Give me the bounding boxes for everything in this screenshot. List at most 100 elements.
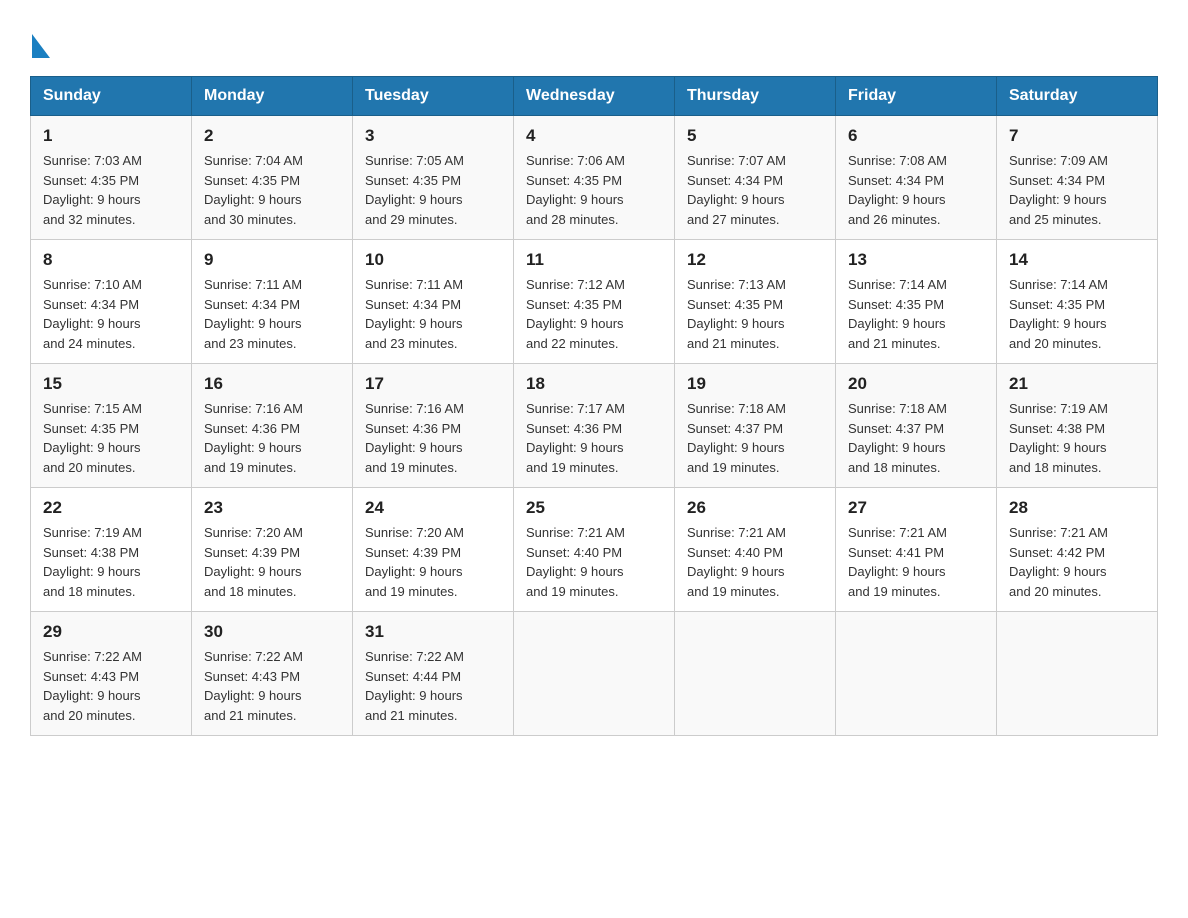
table-row: 12 Sunrise: 7:13 AM Sunset: 4:35 PM Dayl… [675,240,836,364]
day-number: 16 [204,374,340,394]
day-info: Sunrise: 7:16 AM Sunset: 4:36 PM Dayligh… [204,401,303,475]
table-row: 16 Sunrise: 7:16 AM Sunset: 4:36 PM Dayl… [192,364,353,488]
calendar-row: 1 Sunrise: 7:03 AM Sunset: 4:35 PM Dayli… [31,116,1158,240]
day-info: Sunrise: 7:21 AM Sunset: 4:41 PM Dayligh… [848,525,947,599]
logo [30,30,52,56]
day-info: Sunrise: 7:22 AM Sunset: 4:44 PM Dayligh… [365,649,464,723]
day-number: 6 [848,126,984,146]
day-info: Sunrise: 7:12 AM Sunset: 4:35 PM Dayligh… [526,277,625,351]
table-row: 11 Sunrise: 7:12 AM Sunset: 4:35 PM Dayl… [514,240,675,364]
table-row: 2 Sunrise: 7:04 AM Sunset: 4:35 PM Dayli… [192,116,353,240]
day-info: Sunrise: 7:15 AM Sunset: 4:35 PM Dayligh… [43,401,142,475]
table-row [836,612,997,736]
day-number: 4 [526,126,662,146]
table-row: 22 Sunrise: 7:19 AM Sunset: 4:38 PM Dayl… [31,488,192,612]
calendar-row: 8 Sunrise: 7:10 AM Sunset: 4:34 PM Dayli… [31,240,1158,364]
day-number: 17 [365,374,501,394]
day-info: Sunrise: 7:10 AM Sunset: 4:34 PM Dayligh… [43,277,142,351]
calendar-row: 15 Sunrise: 7:15 AM Sunset: 4:35 PM Dayl… [31,364,1158,488]
table-row: 7 Sunrise: 7:09 AM Sunset: 4:34 PM Dayli… [997,116,1158,240]
calendar-row: 29 Sunrise: 7:22 AM Sunset: 4:43 PM Dayl… [31,612,1158,736]
day-number: 2 [204,126,340,146]
day-info: Sunrise: 7:22 AM Sunset: 4:43 PM Dayligh… [204,649,303,723]
calendar-body: 1 Sunrise: 7:03 AM Sunset: 4:35 PM Dayli… [31,116,1158,736]
day-info: Sunrise: 7:14 AM Sunset: 4:35 PM Dayligh… [1009,277,1108,351]
table-row: 24 Sunrise: 7:20 AM Sunset: 4:39 PM Dayl… [353,488,514,612]
day-number: 18 [526,374,662,394]
day-number: 24 [365,498,501,518]
day-number: 31 [365,622,501,642]
table-row: 6 Sunrise: 7:08 AM Sunset: 4:34 PM Dayli… [836,116,997,240]
table-row: 4 Sunrise: 7:06 AM Sunset: 4:35 PM Dayli… [514,116,675,240]
day-number: 21 [1009,374,1145,394]
day-number: 7 [1009,126,1145,146]
day-number: 27 [848,498,984,518]
day-number: 25 [526,498,662,518]
day-number: 3 [365,126,501,146]
day-number: 14 [1009,250,1145,270]
day-info: Sunrise: 7:05 AM Sunset: 4:35 PM Dayligh… [365,153,464,227]
col-saturday: Saturday [997,77,1158,116]
day-number: 23 [204,498,340,518]
col-wednesday: Wednesday [514,77,675,116]
day-number: 1 [43,126,179,146]
day-number: 20 [848,374,984,394]
day-info: Sunrise: 7:22 AM Sunset: 4:43 PM Dayligh… [43,649,142,723]
day-number: 15 [43,374,179,394]
table-row [675,612,836,736]
day-number: 10 [365,250,501,270]
day-number: 30 [204,622,340,642]
table-row: 19 Sunrise: 7:18 AM Sunset: 4:37 PM Dayl… [675,364,836,488]
col-tuesday: Tuesday [353,77,514,116]
day-info: Sunrise: 7:19 AM Sunset: 4:38 PM Dayligh… [43,525,142,599]
table-row: 13 Sunrise: 7:14 AM Sunset: 4:35 PM Dayl… [836,240,997,364]
day-info: Sunrise: 7:19 AM Sunset: 4:38 PM Dayligh… [1009,401,1108,475]
day-info: Sunrise: 7:06 AM Sunset: 4:35 PM Dayligh… [526,153,625,227]
day-info: Sunrise: 7:21 AM Sunset: 4:40 PM Dayligh… [687,525,786,599]
day-number: 5 [687,126,823,146]
day-info: Sunrise: 7:17 AM Sunset: 4:36 PM Dayligh… [526,401,625,475]
calendar-row: 22 Sunrise: 7:19 AM Sunset: 4:38 PM Dayl… [31,488,1158,612]
table-row: 3 Sunrise: 7:05 AM Sunset: 4:35 PM Dayli… [353,116,514,240]
day-number: 28 [1009,498,1145,518]
day-number: 13 [848,250,984,270]
table-row: 25 Sunrise: 7:21 AM Sunset: 4:40 PM Dayl… [514,488,675,612]
day-info: Sunrise: 7:18 AM Sunset: 4:37 PM Dayligh… [848,401,947,475]
table-row: 26 Sunrise: 7:21 AM Sunset: 4:40 PM Dayl… [675,488,836,612]
table-row: 17 Sunrise: 7:16 AM Sunset: 4:36 PM Dayl… [353,364,514,488]
table-row: 15 Sunrise: 7:15 AM Sunset: 4:35 PM Dayl… [31,364,192,488]
day-info: Sunrise: 7:16 AM Sunset: 4:36 PM Dayligh… [365,401,464,475]
day-number: 19 [687,374,823,394]
col-monday: Monday [192,77,353,116]
day-info: Sunrise: 7:04 AM Sunset: 4:35 PM Dayligh… [204,153,303,227]
weekday-row: Sunday Monday Tuesday Wednesday Thursday… [31,77,1158,116]
day-number: 12 [687,250,823,270]
table-row: 18 Sunrise: 7:17 AM Sunset: 4:36 PM Dayl… [514,364,675,488]
table-row: 21 Sunrise: 7:19 AM Sunset: 4:38 PM Dayl… [997,364,1158,488]
logo-text [30,30,52,64]
table-row: 23 Sunrise: 7:20 AM Sunset: 4:39 PM Dayl… [192,488,353,612]
day-info: Sunrise: 7:20 AM Sunset: 4:39 PM Dayligh… [204,525,303,599]
day-info: Sunrise: 7:21 AM Sunset: 4:42 PM Dayligh… [1009,525,1108,599]
table-row: 14 Sunrise: 7:14 AM Sunset: 4:35 PM Dayl… [997,240,1158,364]
table-row: 10 Sunrise: 7:11 AM Sunset: 4:34 PM Dayl… [353,240,514,364]
table-row: 20 Sunrise: 7:18 AM Sunset: 4:37 PM Dayl… [836,364,997,488]
calendar-table: Sunday Monday Tuesday Wednesday Thursday… [30,76,1158,736]
col-friday: Friday [836,77,997,116]
day-number: 22 [43,498,179,518]
table-row [997,612,1158,736]
table-row: 27 Sunrise: 7:21 AM Sunset: 4:41 PM Dayl… [836,488,997,612]
table-row: 31 Sunrise: 7:22 AM Sunset: 4:44 PM Dayl… [353,612,514,736]
table-row: 28 Sunrise: 7:21 AM Sunset: 4:42 PM Dayl… [997,488,1158,612]
day-info: Sunrise: 7:07 AM Sunset: 4:34 PM Dayligh… [687,153,786,227]
day-info: Sunrise: 7:13 AM Sunset: 4:35 PM Dayligh… [687,277,786,351]
day-info: Sunrise: 7:11 AM Sunset: 4:34 PM Dayligh… [204,277,302,351]
col-thursday: Thursday [675,77,836,116]
day-info: Sunrise: 7:20 AM Sunset: 4:39 PM Dayligh… [365,525,464,599]
day-info: Sunrise: 7:09 AM Sunset: 4:34 PM Dayligh… [1009,153,1108,227]
day-number: 11 [526,250,662,270]
table-row: 9 Sunrise: 7:11 AM Sunset: 4:34 PM Dayli… [192,240,353,364]
table-row: 5 Sunrise: 7:07 AM Sunset: 4:34 PM Dayli… [675,116,836,240]
table-row: 8 Sunrise: 7:10 AM Sunset: 4:34 PM Dayli… [31,240,192,364]
day-number: 26 [687,498,823,518]
